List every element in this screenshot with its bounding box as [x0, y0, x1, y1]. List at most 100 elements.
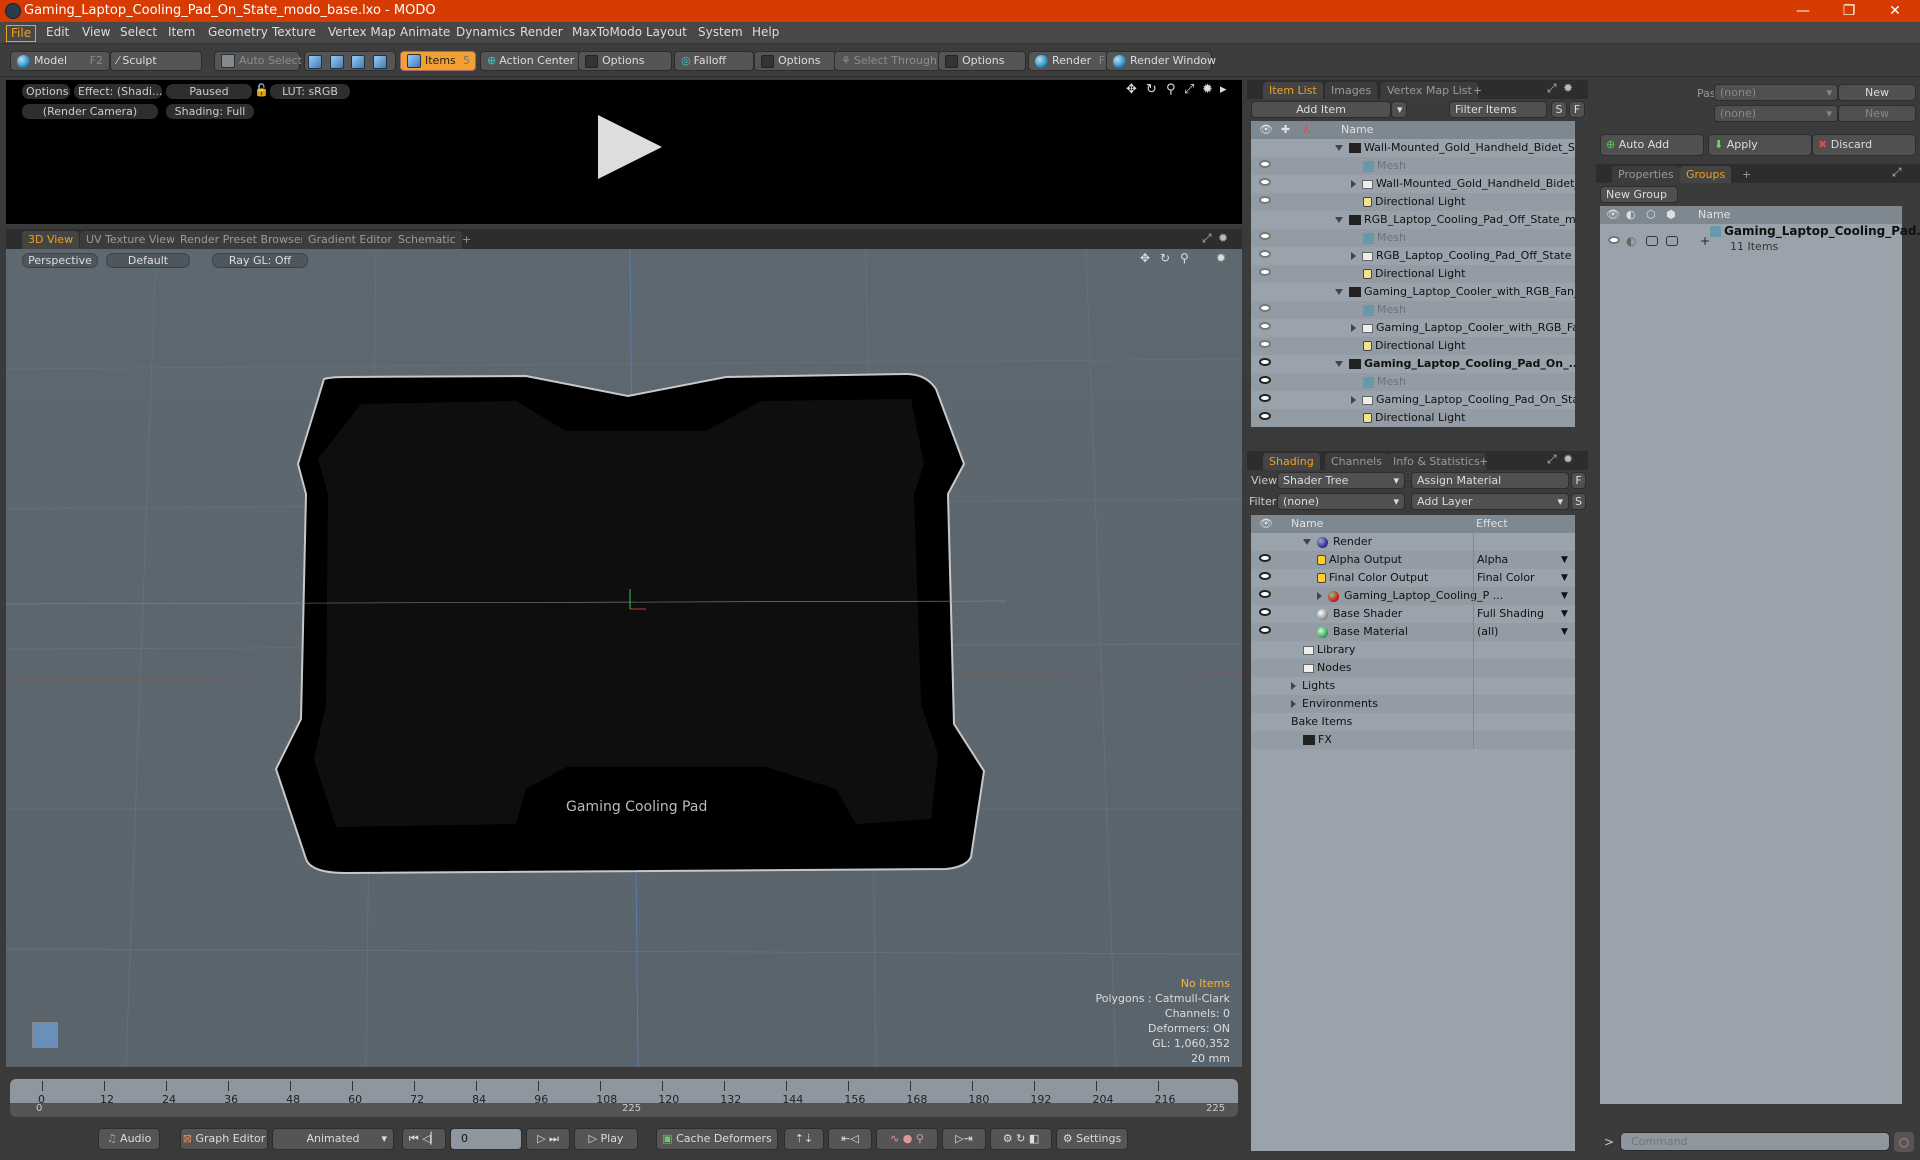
falloff-button[interactable]: ◎ Falloff: [674, 51, 754, 71]
add-item-dropdown[interactable]: ▾: [1391, 101, 1407, 118]
expand-arrow-icon[interactable]: [1351, 324, 1356, 332]
pass-groups-dropdown[interactable]: (none) ▾: [1714, 84, 1838, 101]
effect-value[interactable]: (all): [1477, 623, 1498, 641]
record-key-buttons[interactable]: ∿ ● ⚲: [876, 1128, 938, 1150]
settings-gear-icon[interactable]: ✹: [1216, 251, 1226, 265]
maximize-icon[interactable]: ⤢: [1892, 165, 1902, 180]
item-list-row[interactable]: Gaming_Laptop_Cooling_Pad_On_...: [1251, 355, 1575, 373]
zoom-icon[interactable]: ⚲: [1166, 82, 1176, 97]
model-mode-button[interactable]: Model F2: [10, 51, 110, 71]
shading-style-dropdown[interactable]: Default: [106, 253, 190, 268]
filter-s-button[interactable]: S: [1551, 101, 1567, 118]
shader-tree-row[interactable]: Base Material (all) ▼: [1251, 623, 1575, 641]
effect-value[interactable]: Final Color: [1477, 569, 1535, 587]
visibility-eye-icon[interactable]: [1259, 340, 1271, 348]
add-item-button[interactable]: Add Item: [1251, 101, 1391, 118]
close-button[interactable]: ✕: [1872, 0, 1918, 22]
add-tab-button[interactable]: +: [1467, 82, 1488, 99]
menu-geometry[interactable]: Geometry: [204, 25, 272, 42]
raygl-toggle[interactable]: Ray GL: Off: [212, 253, 308, 268]
shader-tree-row[interactable]: FX: [1251, 731, 1575, 749]
shader-tree-row[interactable]: Gaming_Laptop_Cooling_P ... ▼: [1251, 587, 1575, 605]
menu-maxtomodo[interactable]: MaxToModo: [568, 25, 646, 42]
effect-dropdown-icon[interactable]: ▼: [1561, 605, 1568, 623]
shader-tree-row[interactable]: Lights: [1251, 677, 1575, 695]
visibility-eye-icon[interactable]: [1259, 590, 1271, 598]
settings-gear-icon[interactable]: ✹: [1563, 81, 1573, 95]
view-dropdown[interactable]: Shader Tree ▾: [1277, 472, 1405, 489]
render-window-button[interactable]: Render Window: [1106, 51, 1216, 71]
settings-gear-icon[interactable]: ✹: [1202, 82, 1213, 97]
pan-icon[interactable]: ✥: [1140, 251, 1150, 265]
tab-gradient-editor[interactable]: Gradient Editor: [302, 231, 398, 249]
select-through-options-button[interactable]: Options: [938, 51, 1026, 71]
play-preview-icon[interactable]: [598, 115, 662, 179]
action-center-button[interactable]: ⊕ Action Center: [480, 51, 580, 71]
rotate-icon[interactable]: ↻: [1146, 82, 1157, 97]
select-toggle[interactable]: [1666, 236, 1678, 246]
visibility-eye-icon[interactable]: [1259, 358, 1271, 366]
pan-icon[interactable]: ✥: [1126, 82, 1137, 97]
effect-dropdown-icon[interactable]: ▼: [1561, 623, 1568, 641]
restore-button[interactable]: ❐: [1826, 0, 1872, 22]
edges-mode-icon[interactable]: [329, 55, 344, 69]
add-tab-button[interactable]: +: [1736, 166, 1757, 183]
menu-file[interactable]: File: [6, 25, 37, 42]
shader-tree-row[interactable]: Base Shader Full Shading ▼: [1251, 605, 1575, 623]
visibility-eye-icon[interactable]: [1259, 394, 1271, 402]
preview-options-button[interactable]: Options: [22, 84, 70, 99]
items-mode-button[interactable]: Items 5: [400, 51, 476, 71]
jump-start-buttons[interactable]: ⏮ ◁▏: [402, 1128, 446, 1150]
shader-tree-row[interactable]: Environments: [1251, 695, 1575, 713]
filter-dropdown[interactable]: (none) ▾: [1277, 493, 1405, 510]
item-list-row[interactable]: RGB_Laptop_Cooling_Pad_Off_State_m ...: [1251, 211, 1575, 229]
key-up-down-buttons[interactable]: ⇡⇣: [784, 1128, 824, 1150]
item-list-row[interactable]: Directional Light: [1251, 265, 1575, 283]
group-row[interactable]: ◐ + Gaming_Laptop_Cooling_Pad... 11 Item…: [1600, 224, 1920, 260]
menu-edit[interactable]: Edit: [42, 25, 73, 42]
collapse-arrow-icon[interactable]: [1335, 361, 1343, 367]
tab-uv-texture-view[interactable]: UV Texture View: [80, 231, 181, 249]
item-list-row[interactable]: Gaming_Laptop_Cooler_with_RGB_Fan_ ...: [1251, 283, 1575, 301]
item-list-row[interactable]: Directional Light: [1251, 193, 1575, 211]
shader-tree-row[interactable]: Final Color Output Final Color ▼: [1251, 569, 1575, 587]
graph-editor-button[interactable]: ⊠ Graph Editor: [180, 1128, 268, 1150]
step-end-buttons[interactable]: ▷ ⏭: [526, 1128, 570, 1150]
perspective-dropdown[interactable]: Perspective: [22, 253, 98, 268]
discard-button[interactable]: ✖ Discard: [1812, 134, 1916, 156]
lut-dropdown[interactable]: LUT: sRGB: [270, 84, 350, 99]
visibility-eye-icon[interactable]: [1608, 236, 1620, 244]
cache-deformers-button[interactable]: ▣ Cache Deformers: [656, 1128, 778, 1150]
menu-dynamics[interactable]: Dynamics: [452, 25, 519, 42]
filter-f-button[interactable]: F: [1569, 101, 1585, 118]
action-center-options-button[interactable]: Options: [578, 51, 672, 71]
item-list-row[interactable]: RGB_Laptop_Cooling_Pad_Off_State (2): [1251, 247, 1575, 265]
visibility-eye-icon[interactable]: [1259, 376, 1271, 384]
tab-shading[interactable]: Shading: [1263, 453, 1320, 470]
filter-items-input[interactable]: Filter Items: [1449, 101, 1547, 118]
polygons-mode-icon[interactable]: [351, 55, 365, 69]
visibility-eye-icon[interactable]: [1259, 608, 1271, 616]
maximize-icon[interactable]: ⤢: [1184, 82, 1194, 97]
expand-arrow-icon[interactable]: ▸: [1220, 82, 1227, 97]
visibility-eye-icon[interactable]: [1259, 304, 1271, 312]
render-toggle-icon[interactable]: ◐: [1626, 234, 1636, 248]
falloff-options-button[interactable]: Options: [754, 51, 836, 71]
settings-gear-icon[interactable]: ✹: [1563, 452, 1573, 466]
visibility-eye-icon[interactable]: [1259, 554, 1271, 562]
tab-images[interactable]: Images: [1325, 82, 1378, 99]
maximize-icon[interactable]: ⤢: [1547, 452, 1557, 467]
shader-tree-row[interactable]: Library: [1251, 641, 1575, 659]
effect-dropdown[interactable]: Effect: (Shadi...: [74, 84, 162, 99]
select-through-button[interactable]: ⚘ Select Through: [834, 51, 940, 71]
next-key-buttons[interactable]: ▷⇥: [942, 1128, 986, 1150]
tab-properties[interactable]: Properties: [1612, 166, 1680, 183]
add-tab-button[interactable]: +: [456, 231, 477, 249]
add-tab-button[interactable]: +: [1473, 453, 1494, 470]
item-list-row[interactable]: Mesh: [1251, 373, 1575, 391]
settings-button[interactable]: ⚙ Settings: [1056, 1128, 1128, 1150]
visibility-eye-icon[interactable]: [1259, 178, 1271, 186]
menu-animate[interactable]: Animate: [396, 25, 454, 42]
assign-material-button[interactable]: Assign Material: [1411, 472, 1569, 489]
minimize-button[interactable]: —: [1780, 0, 1826, 22]
